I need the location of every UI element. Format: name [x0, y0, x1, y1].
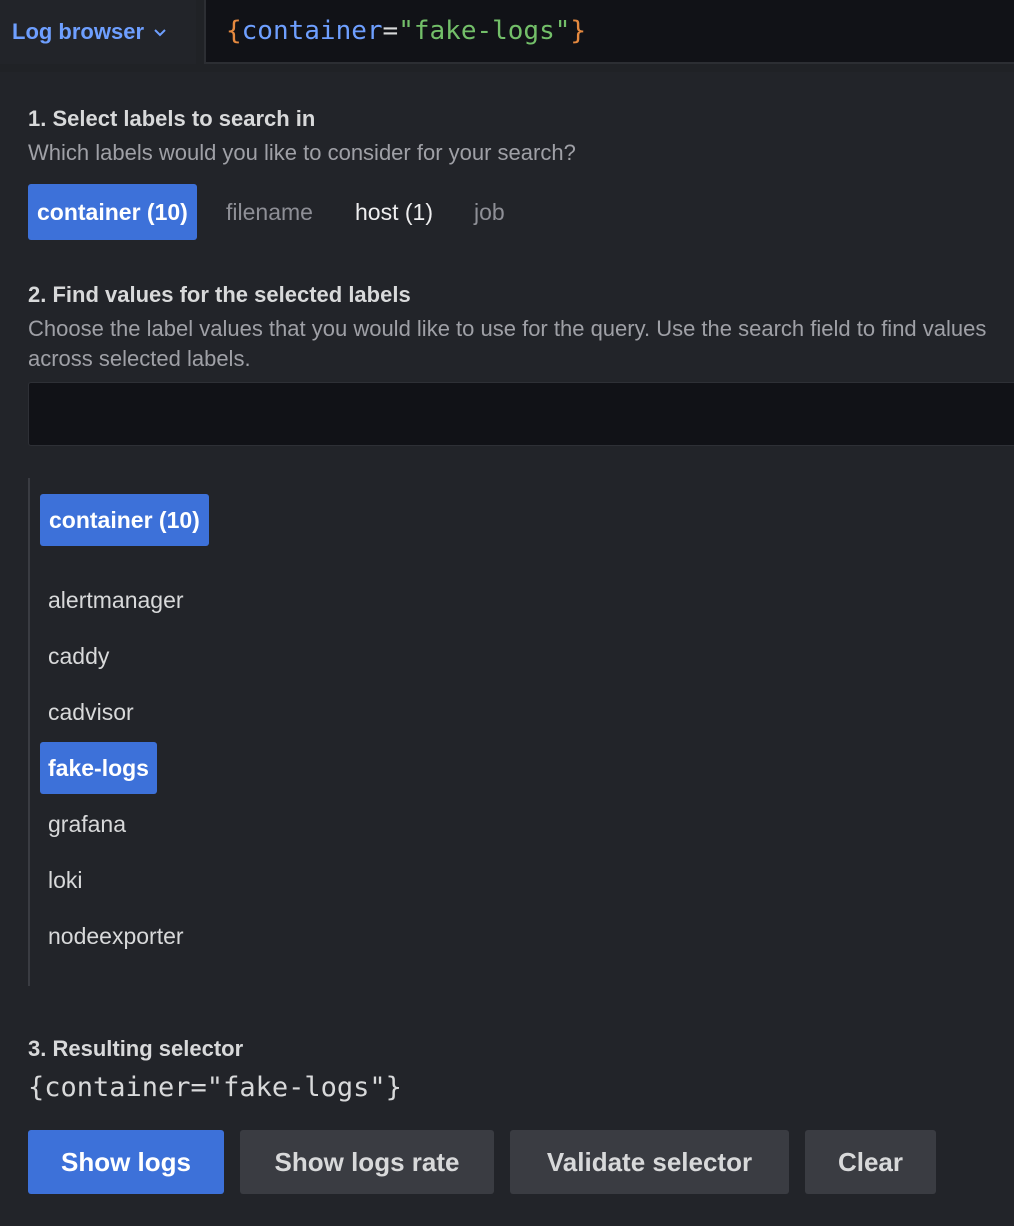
query-label-value: "fake-logs" — [398, 16, 571, 46]
log-browser-panel: 1. Select labels to search in Which labe… — [0, 72, 1014, 1226]
step1-description: Which labels would you like to consider … — [28, 140, 576, 165]
step3-title: 3. Resulting selector — [28, 1036, 244, 1061]
value-item-nodeexporter[interactable]: nodeexporter — [40, 910, 192, 962]
label-chip-container[interactable]: container (10) — [28, 184, 197, 240]
label-chip-job[interactable]: job — [468, 184, 511, 240]
step2-title: 2. Find values for the selected labels — [28, 282, 411, 307]
step2-description: Choose the label values that you would l… — [28, 316, 987, 371]
value-item-fake-logs[interactable]: fake-logs — [40, 742, 157, 794]
step1-title: 1. Select labels to search in — [28, 106, 316, 131]
show-logs-button[interactable]: Show logs — [28, 1130, 224, 1194]
validate-selector-button[interactable]: Validate selector — [510, 1130, 789, 1194]
values-header-container[interactable]: container (10) — [40, 494, 209, 546]
query-open-brace: { — [226, 16, 242, 46]
chevron-down-icon — [154, 29, 166, 37]
query-close-brace: } — [570, 16, 587, 46]
query-toolbar: Log browser {container = "fake-logs"} — [0, 0, 1014, 72]
query-editor[interactable]: {container = "fake-logs"} — [204, 0, 1014, 64]
label-chip-host[interactable]: host (1) — [349, 184, 439, 240]
query-label-key: container — [241, 16, 383, 46]
value-search-input[interactable] — [28, 382, 1014, 446]
label-chip-filename[interactable]: filename — [220, 184, 319, 240]
value-item-grafana[interactable]: grafana — [40, 798, 134, 850]
show-logs-rate-button[interactable]: Show logs rate — [240, 1130, 494, 1194]
query-equals: = — [382, 16, 399, 46]
value-item-alertmanager[interactable]: alertmanager — [40, 574, 192, 626]
resulting-selector: {container="fake-logs"} — [28, 1072, 402, 1103]
clear-button[interactable]: Clear — [805, 1130, 936, 1194]
value-item-loki[interactable]: loki — [40, 854, 91, 906]
label-values-list: container (10) alertmanager caddy cadvis… — [28, 478, 1010, 986]
value-item-cadvisor[interactable]: cadvisor — [40, 686, 142, 738]
value-item-caddy[interactable]: caddy — [40, 630, 117, 682]
log-browser-button[interactable]: Log browser — [0, 0, 196, 64]
log-browser-label: Log browser — [12, 19, 145, 44]
